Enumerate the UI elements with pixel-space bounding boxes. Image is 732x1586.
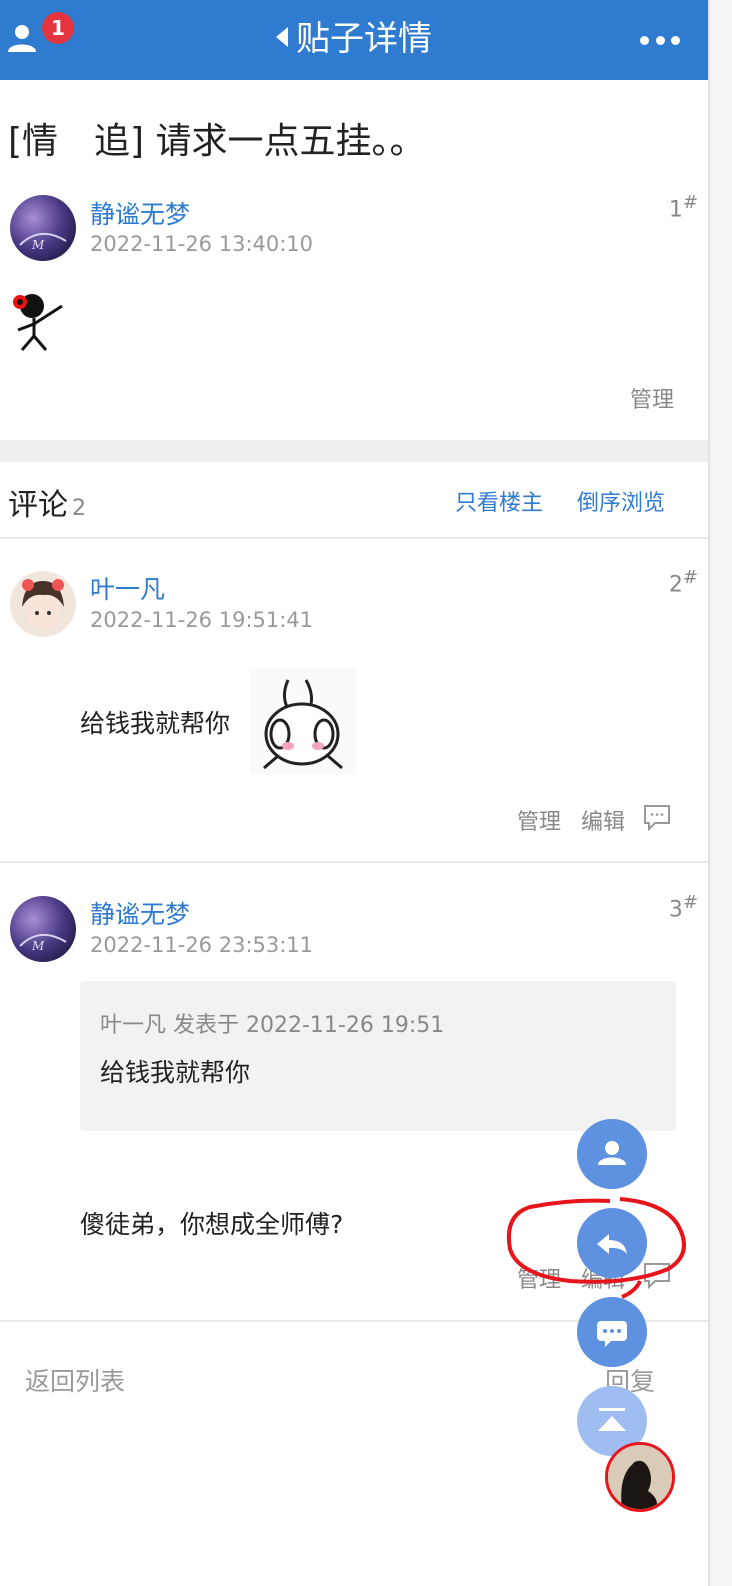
reverse-order-link[interactable]: 倒序浏览 bbox=[577, 485, 665, 517]
section-separator bbox=[0, 440, 708, 462]
manage-button[interactable]: 管理 bbox=[517, 1262, 561, 1294]
page-title-text: 贴子详情 bbox=[296, 19, 432, 59]
reply-fab[interactable] bbox=[577, 1208, 647, 1278]
comment-time: 2022-11-26 19:51:41 bbox=[90, 608, 314, 632]
top-header: 1 贴子详情 bbox=[0, 0, 708, 80]
post-time: 2022-11-26 13:40:10 bbox=[90, 232, 314, 256]
floor-number: 1# bbox=[668, 192, 698, 223]
page-title[interactable]: 贴子详情 bbox=[0, 14, 708, 64]
post-title: [情 追] 请求一点五挂。。 bbox=[8, 121, 426, 162]
floor-number-value: 1 bbox=[668, 197, 683, 223]
more-dots-icon[interactable] bbox=[640, 36, 680, 46]
floor-number: 2# bbox=[668, 567, 698, 598]
author-name[interactable]: 静谧无梦 bbox=[90, 895, 190, 931]
avatar[interactable] bbox=[10, 571, 76, 637]
floor-number: 3# bbox=[668, 892, 698, 923]
quote-meta: 叶一凡 发表于 2022-11-26 19:51 bbox=[100, 1013, 445, 1038]
dancing-emoticon bbox=[8, 290, 70, 352]
edit-button[interactable]: 编辑 bbox=[581, 804, 625, 836]
comments-label: 评论 bbox=[8, 488, 68, 523]
user-avatar-floating[interactable] bbox=[605, 1442, 675, 1512]
scrollbar-gutter bbox=[708, 0, 732, 1586]
chat-bubble-icon bbox=[597, 1321, 627, 1347]
comment-fab[interactable] bbox=[577, 1297, 647, 1367]
author-name[interactable]: 静谧无梦 bbox=[90, 195, 190, 231]
avatar[interactable]: M bbox=[10, 195, 76, 261]
comment-text: 给钱我就帮你 bbox=[80, 709, 231, 738]
quote-block: 叶一凡 发表于 2022-11-26 19:51 给钱我就帮你 bbox=[80, 981, 676, 1131]
reply-arrow-icon bbox=[597, 1234, 627, 1254]
divider bbox=[0, 861, 708, 863]
comment-reply-icon[interactable] bbox=[643, 1261, 671, 1293]
profile-fab[interactable] bbox=[577, 1119, 647, 1189]
manage-button[interactable]: 管理 bbox=[630, 382, 674, 414]
manage-button[interactable]: 管理 bbox=[517, 804, 561, 836]
comment-text: 傻徒弟，你想成全师傅? bbox=[80, 1210, 344, 1239]
comments-count: 2 bbox=[72, 496, 86, 521]
comment-reply-icon[interactable] bbox=[643, 803, 671, 835]
only-owner-link[interactable]: 只看楼主 bbox=[455, 485, 543, 517]
floor-number-value: 3 bbox=[668, 897, 683, 923]
svg-text:M: M bbox=[31, 939, 45, 953]
comments-header: 评论 2 bbox=[8, 480, 86, 524]
back-to-list-link[interactable]: 返回列表 bbox=[25, 1362, 125, 1398]
svg-text:M: M bbox=[31, 238, 45, 252]
divider bbox=[0, 537, 708, 539]
floor-number-value: 2 bbox=[668, 572, 683, 598]
user-icon bbox=[598, 1141, 626, 1165]
rabbit-emoticon bbox=[250, 668, 356, 774]
comment-time: 2022-11-26 23:53:11 bbox=[90, 933, 314, 957]
back-triangle-icon[interactable] bbox=[276, 26, 288, 47]
quote-text: 给钱我就帮你 bbox=[100, 1058, 251, 1087]
avatar[interactable]: M bbox=[10, 896, 76, 962]
author-name[interactable]: 叶一凡 bbox=[90, 570, 165, 606]
